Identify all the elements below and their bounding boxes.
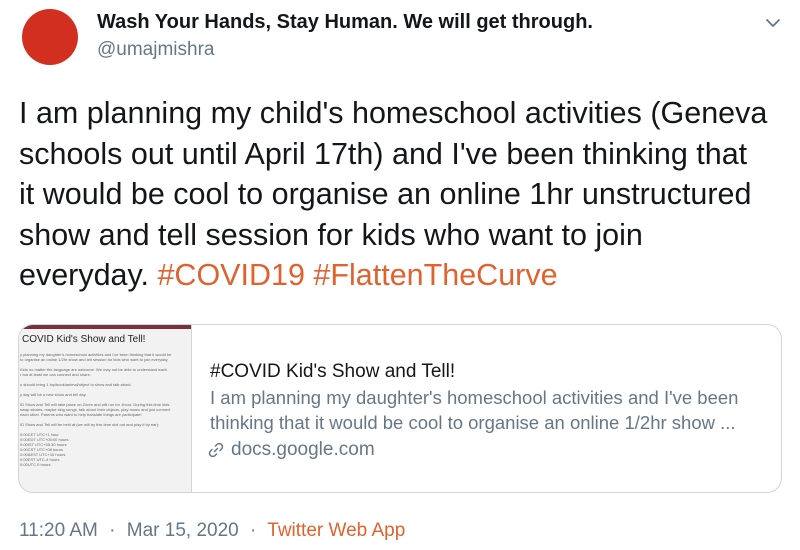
meta-separator: ·	[250, 520, 257, 541]
tweet-meta: 11:20 AM · Mar 15, 2020 · Twitter Web Ap…	[19, 520, 405, 542]
tweet-line: I am planning my child's homeschool acti…	[19, 96, 768, 130]
thumbnail-text-line: ID Show and Tell will be held at (we wil…	[20, 422, 160, 427]
link-icon	[208, 442, 224, 458]
card-domain: docs.google.com	[231, 439, 375, 460]
author-name[interactable]: Wash Your Hands, Stay Human. We will get…	[97, 11, 593, 34]
thumbnail-title: COVID Kid's Show and Tell!	[22, 334, 146, 345]
card-description-line: thinking that it would be cool to organi…	[210, 412, 736, 433]
link-card[interactable]: COVID Kid's Show and Tell! y planning my…	[18, 324, 782, 493]
tweet-line: show and tell session for kids who want …	[19, 217, 643, 252]
tweet-time[interactable]: 11:20 AM	[19, 520, 98, 541]
tweet-text: I am planning my child's homeschool acti…	[19, 93, 784, 296]
thumbnail-text-line: r but at least we can connect and share.	[20, 372, 91, 377]
card-title: #COVID Kid's Show and Tell!	[210, 361, 456, 382]
tweet-line: it would be cool to organise an online 1…	[19, 177, 752, 211]
source-app-link[interactable]: Twitter Web App	[267, 520, 405, 541]
thumbnail-header-bar	[19, 325, 191, 329]
thumbnail-text-line: to organise an online 1/2hr show and tel…	[20, 357, 169, 362]
card-description: I am planning my daughter's homeschool a…	[210, 385, 770, 435]
card-description-line: I am planning my daughter's homeschool a…	[210, 387, 739, 408]
chevron-down-icon[interactable]	[762, 12, 784, 34]
tweet-line-last: everyday. #COVID19 #FlattenTheCurve	[19, 255, 784, 296]
thumbnail-text-line: 0:00UTC 0 hours	[20, 462, 51, 467]
author-handle[interactable]: @umajmishra	[97, 39, 214, 61]
card-domain-link: docs.google.com	[207, 439, 375, 461]
card-thumbnail: COVID Kid's Show and Tell! y planning my…	[19, 325, 192, 492]
meta-separator: ·	[109, 520, 116, 541]
hashtag-covid19[interactable]: #COVID19	[157, 258, 304, 292]
tweet-line-text: everyday.	[19, 258, 149, 292]
thumbnail-text-line: each other. Parents who want to help tra…	[20, 412, 142, 417]
thumbnail-text-line: y day will be a new show and tell day.	[20, 392, 87, 397]
avatar[interactable]	[22, 9, 78, 65]
tweet-date[interactable]: Mar 15, 2020	[127, 520, 239, 541]
thumbnail-text-line: u should bring 1 toy/book/animal/object …	[20, 382, 132, 387]
hashtag-flattenthecurve[interactable]: #FlattenTheCurve	[313, 258, 557, 292]
tweet-line: schools out until April 17th) and I've b…	[19, 136, 748, 171]
